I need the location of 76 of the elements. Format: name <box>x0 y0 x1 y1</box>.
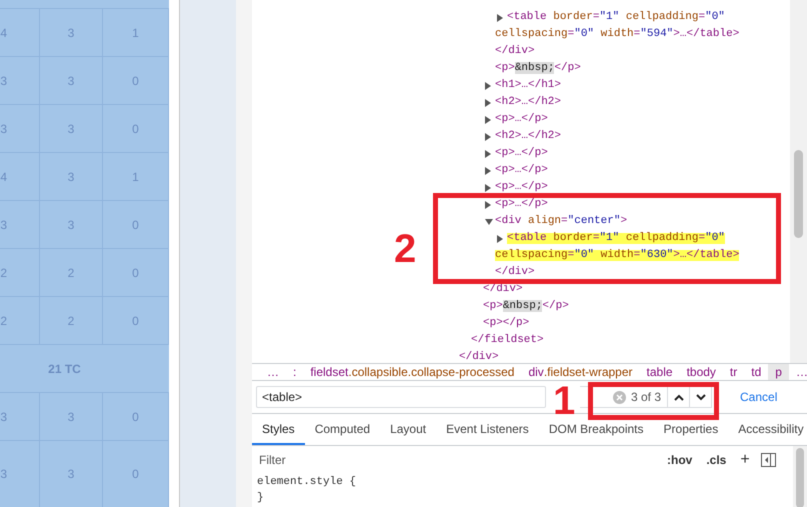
breadcrumb-item[interactable]: div.fieldset-wrapper <box>521 364 640 380</box>
dom-node-line[interactable]: <h1>…</h1> <box>495 80 562 91</box>
group-heading-cell-text: 21 TC <box>47 360 82 378</box>
style-rule-line: } <box>256 491 265 506</box>
match-count: 3 of 3 <box>630 390 661 404</box>
breadcrumb-item[interactable]: fieldset.collapsible.collapse-processed <box>303 364 522 380</box>
breadcrumb-item[interactable]: tbody <box>680 364 723 380</box>
dom-closing-tag[interactable]: </div> <box>495 267 535 278</box>
collapsed-triangle-icon[interactable] <box>485 150 491 158</box>
style-rule-line: element.style { <box>256 475 358 490</box>
breadcrumb-item[interactable]: … <box>260 364 286 380</box>
collapsed-triangle-icon[interactable] <box>485 184 491 192</box>
table-cell: 3 <box>0 57 40 104</box>
table-cell: 3 <box>0 201 40 248</box>
table-cell: 2 <box>40 249 103 296</box>
table-cell: 4 <box>0 9 40 56</box>
panel-tab[interactable]: Properties <box>654 414 728 445</box>
table-cell: 3 <box>40 441 103 507</box>
breadcrumb-item[interactable]: tr <box>722 364 744 380</box>
toolbar-button[interactable]: + <box>737 451 753 469</box>
table-cell: 2 <box>0 249 40 296</box>
scrollbar[interactable] <box>790 0 807 363</box>
collapsed-triangle-icon[interactable] <box>485 82 491 90</box>
dom-node-line[interactable]: <h2>…</h2> <box>495 97 562 108</box>
dom-closing-tag[interactable]: </div> <box>483 284 523 295</box>
table-cell: 3 <box>0 393 40 440</box>
table-cell: 3 <box>40 393 103 440</box>
dom-node-line[interactable]: cellspacing="0" width="594">…</table> <box>495 29 740 40</box>
toolbar-button[interactable]: .cls <box>703 453 730 467</box>
collapsed-triangle-icon[interactable] <box>485 116 491 124</box>
collapsed-triangle-icon[interactable] <box>485 98 491 106</box>
dom-closing-tag[interactable]: </div> <box>495 46 535 57</box>
dom-node-line[interactable]: <h2>…</h2> <box>495 131 562 142</box>
collapsed-triangle-icon[interactable] <box>485 200 491 208</box>
scrollbar[interactable] <box>793 446 807 507</box>
sidebar-toggle-icon[interactable] <box>760 453 776 467</box>
collapsed-triangle-icon[interactable] <box>485 166 491 174</box>
annotation-number: 2 <box>394 229 416 269</box>
breadcrumb-item[interactable]: table <box>640 364 680 380</box>
table-cell: 2 <box>40 297 103 344</box>
search-field[interactable]: <table> <box>256 386 546 408</box>
chevron-up-icon <box>674 394 684 400</box>
dom-node-line[interactable]: <div align="center"> <box>495 216 628 227</box>
breadcrumb-item[interactable]: … <box>788 364 807 380</box>
table-cell: 3 <box>40 105 103 152</box>
dom-node-line[interactable]: <p>…</p> <box>495 114 548 125</box>
dom-node-line[interactable]: <table border="1" cellpadding="0" <box>507 12 725 23</box>
expanded-triangle-icon[interactable] <box>485 218 493 224</box>
panel-tab[interactable]: Styles <box>252 414 305 445</box>
cancel-link[interactable]: Cancel <box>740 390 778 404</box>
panel-tab[interactable]: Computed <box>304 414 380 445</box>
dom-node-line[interactable]: <p>…</p> <box>495 148 548 159</box>
table-cell: 3 <box>40 153 103 200</box>
dom-closing-tag[interactable]: </div> <box>459 352 499 363</box>
dom-node-line[interactable]: <p></p> <box>483 318 530 329</box>
panel-tab[interactable]: Layout <box>380 414 436 445</box>
table-cell: 4 <box>0 153 40 200</box>
table-cell: 3 <box>0 441 40 507</box>
table-cell: 3 <box>40 9 103 56</box>
dom-node-line[interactable]: <p>…</p> <box>495 199 548 210</box>
breadcrumb-item[interactable]: p <box>768 364 789 380</box>
table-cell: 3 <box>40 57 103 104</box>
dom-node-line[interactable]: <p>…</p> <box>495 165 548 176</box>
collapsed-triangle-icon[interactable] <box>497 14 503 22</box>
table-cell: 2 <box>0 297 40 344</box>
breadcrumb-item[interactable]: td <box>744 364 768 380</box>
toolbar-button[interactable]: :hov <box>664 453 696 467</box>
panel-tab[interactable]: Event Listeners <box>436 414 539 445</box>
dom-closing-tag[interactable]: </fieldset> <box>471 335 544 346</box>
panel-tab[interactable]: Accessibility <box>728 414 807 445</box>
collapsed-triangle-icon[interactable] <box>485 132 491 140</box>
chevron-down-icon <box>696 394 706 400</box>
table-cell: 3 <box>40 201 103 248</box>
table-cell: 3 <box>0 105 40 152</box>
dom-node-line[interactable]: <p>…</p> <box>495 182 548 193</box>
breadcrumb-item[interactable]: : <box>286 364 304 380</box>
